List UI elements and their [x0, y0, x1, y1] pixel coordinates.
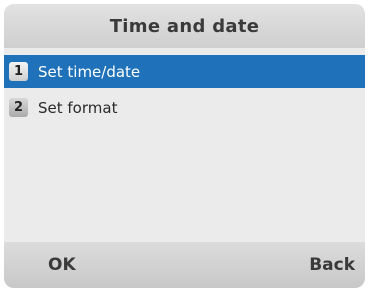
title-bar: Time and date — [4, 4, 365, 48]
menu-list: 1 Set time/date 2 Set format — [4, 55, 365, 127]
phone-screen: Time and date 1 Set time/date 2 Set form… — [4, 4, 365, 288]
menu-item-label: Set format — [38, 98, 118, 117]
back-softkey[interactable]: Back — [309, 255, 355, 275]
item-number-badge: 2 — [9, 98, 28, 117]
menu-item-label: Set time/date — [38, 62, 141, 81]
softkey-bar: OK Back — [4, 242, 365, 288]
menu-item-set-format[interactable]: 2 Set format — [4, 91, 365, 124]
ok-softkey[interactable]: OK — [48, 255, 76, 275]
menu-item-set-time-date[interactable]: 1 Set time/date — [4, 55, 365, 88]
page-title: Time and date — [109, 15, 260, 37]
item-number-badge: 1 — [9, 62, 28, 81]
